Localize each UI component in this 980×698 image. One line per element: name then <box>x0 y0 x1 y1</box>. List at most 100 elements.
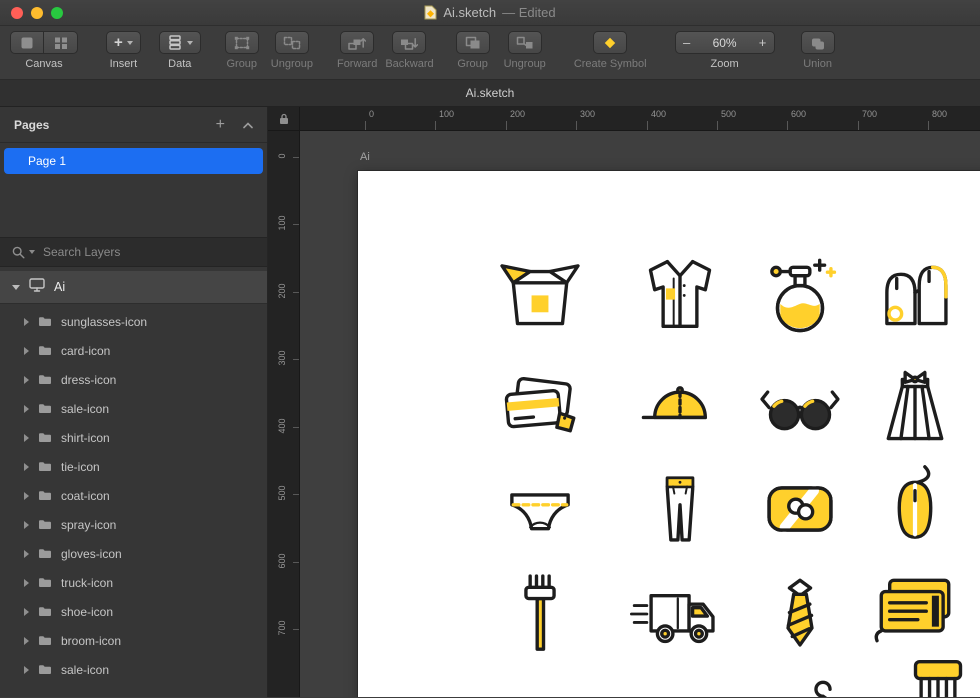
folder-icon <box>39 346 51 355</box>
layer-item[interactable]: card-icon <box>0 336 267 365</box>
skirt-icon[interactable] <box>870 364 960 454</box>
add-page-button[interactable]: + <box>216 116 225 133</box>
combine-ungroup-button[interactable] <box>507 31 542 54</box>
chevron-right-icon[interactable] <box>24 578 29 587</box>
insert-button[interactable]: + <box>106 31 141 54</box>
layer-item[interactable]: dress-icon <box>0 365 267 394</box>
artboard[interactable] <box>358 171 980 697</box>
chevron-up-icon <box>243 121 253 128</box>
toolbar-group-backward: Backward <box>385 31 434 70</box>
layer-item[interactable]: shoe-icon <box>0 597 267 626</box>
chevron-right-icon[interactable] <box>24 549 29 558</box>
layer-name: shirt-icon <box>61 430 110 445</box>
create-symbol-button[interactable] <box>593 31 628 54</box>
toolbar-group-ungroup1: Ungroup <box>271 31 313 70</box>
chevron-right-icon[interactable] <box>24 491 29 500</box>
folder-icon <box>39 665 51 674</box>
tie-icon[interactable] <box>755 569 845 659</box>
cap-icon[interactable] <box>635 364 725 454</box>
layer-item[interactable]: broom-icon <box>0 626 267 655</box>
mouse-icon[interactable] <box>870 464 960 554</box>
chevron-right-icon[interactable] <box>24 462 29 471</box>
fullscreen-button[interactable] <box>51 7 63 19</box>
zoom-control[interactable]: – 60% + <box>674 31 775 54</box>
search-layers-input[interactable] <box>43 245 255 259</box>
ruler-number: 700 <box>277 620 287 636</box>
layer-item[interactable]: truck-icon <box>0 568 267 597</box>
layer-item[interactable]: sale-icon <box>0 655 267 684</box>
zoom-out-button[interactable]: – <box>676 35 698 50</box>
zoom-in-button[interactable]: + <box>752 35 774 50</box>
layer-item[interactable]: shirt-icon <box>0 423 267 452</box>
artboard-list-item[interactable]: Ai <box>0 271 267 304</box>
spray-icon[interactable] <box>755 249 845 339</box>
layer-item[interactable]: gloves-icon <box>0 539 267 568</box>
page-item-selected[interactable]: Page 1 <box>4 148 263 174</box>
search-icon[interactable] <box>12 246 25 259</box>
ungroup2-label: Ungroup <box>503 58 546 70</box>
toolbar-group-forward: Forward <box>337 31 377 70</box>
combine-group-button[interactable] <box>455 31 490 54</box>
ungroup-button[interactable] <box>274 31 309 54</box>
lock-icon[interactable] <box>279 113 289 125</box>
shirt-icon[interactable] <box>635 249 725 339</box>
artboard-canvas-label[interactable]: Ai <box>360 151 370 163</box>
ruler-number: 600 <box>277 553 287 569</box>
comb-icon[interactable] <box>893 656 980 697</box>
layer-item[interactable]: tie-icon <box>0 452 267 481</box>
move-backward-button[interactable] <box>392 31 427 54</box>
chevron-right-icon[interactable] <box>24 375 29 384</box>
data-button[interactable] <box>158 31 201 54</box>
layer-item[interactable]: coat-icon <box>0 481 267 510</box>
chevron-right-icon[interactable] <box>24 346 29 355</box>
move-forward-button[interactable] <box>340 31 375 54</box>
tab-ai-sketch[interactable]: Ai.sketch <box>466 86 515 100</box>
card-icon[interactable] <box>495 364 585 454</box>
layer-list: sunglasses-icon card-icon dress-icon sal… <box>0 304 267 697</box>
toolbar-group-insert: + Insert <box>106 31 141 70</box>
layer-item[interactable]: sunglasses-icon <box>0 307 267 336</box>
collapse-pages-button[interactable] <box>243 116 253 134</box>
folder-icon <box>39 375 51 384</box>
ruler-number: 400 <box>277 418 287 434</box>
chevron-right-icon[interactable] <box>24 520 29 529</box>
zoom-value: 60% <box>712 35 737 50</box>
layer-name: sale-icon <box>61 662 110 677</box>
layer-name: shoe-icon <box>61 604 114 619</box>
chevron-right-icon[interactable] <box>24 665 29 674</box>
hanger-icon[interactable] <box>778 671 868 697</box>
layer-item[interactable]: sale-icon <box>0 394 267 423</box>
chevron-down-icon[interactable] <box>12 284 20 290</box>
search-scope-chevron-icon[interactable] <box>29 250 35 254</box>
canvas-viewport[interactable]: Ai <box>300 131 980 697</box>
ticket-icon[interactable] <box>870 569 960 659</box>
chevron-right-icon[interactable] <box>24 636 29 645</box>
layer-item[interactable]: spray-icon <box>0 510 267 539</box>
minimize-button[interactable] <box>31 7 43 19</box>
layer-name: gloves-icon <box>61 546 122 561</box>
underwear-icon[interactable] <box>495 464 585 554</box>
layer-name: broom-icon <box>61 633 122 648</box>
truck-icon[interactable] <box>620 569 730 659</box>
gift-icon[interactable] <box>755 464 845 554</box>
toolbar-group-union: Union <box>800 31 835 70</box>
sunglasses-icon[interactable] <box>755 364 845 454</box>
union-button[interactable] <box>800 31 835 54</box>
gloves-icon[interactable] <box>870 249 960 339</box>
chevron-right-icon[interactable] <box>24 317 29 326</box>
rake-icon[interactable] <box>495 569 585 659</box>
search-layers-bar <box>0 237 267 267</box>
chevron-right-icon[interactable] <box>24 433 29 442</box>
chevron-right-icon[interactable] <box>24 404 29 413</box>
close-button[interactable] <box>11 7 23 19</box>
ruler-number: 200 <box>510 109 526 119</box>
folder-icon <box>39 578 51 587</box>
canvas-artboard-button[interactable] <box>10 31 44 54</box>
group-button[interactable] <box>224 31 259 54</box>
pants-icon[interactable] <box>635 464 725 554</box>
canvas-grid-button[interactable] <box>44 31 78 54</box>
ruler-corner <box>268 107 300 131</box>
chevron-right-icon[interactable] <box>24 607 29 616</box>
box-icon[interactable] <box>495 249 585 339</box>
ruler-number: 100 <box>439 109 455 119</box>
